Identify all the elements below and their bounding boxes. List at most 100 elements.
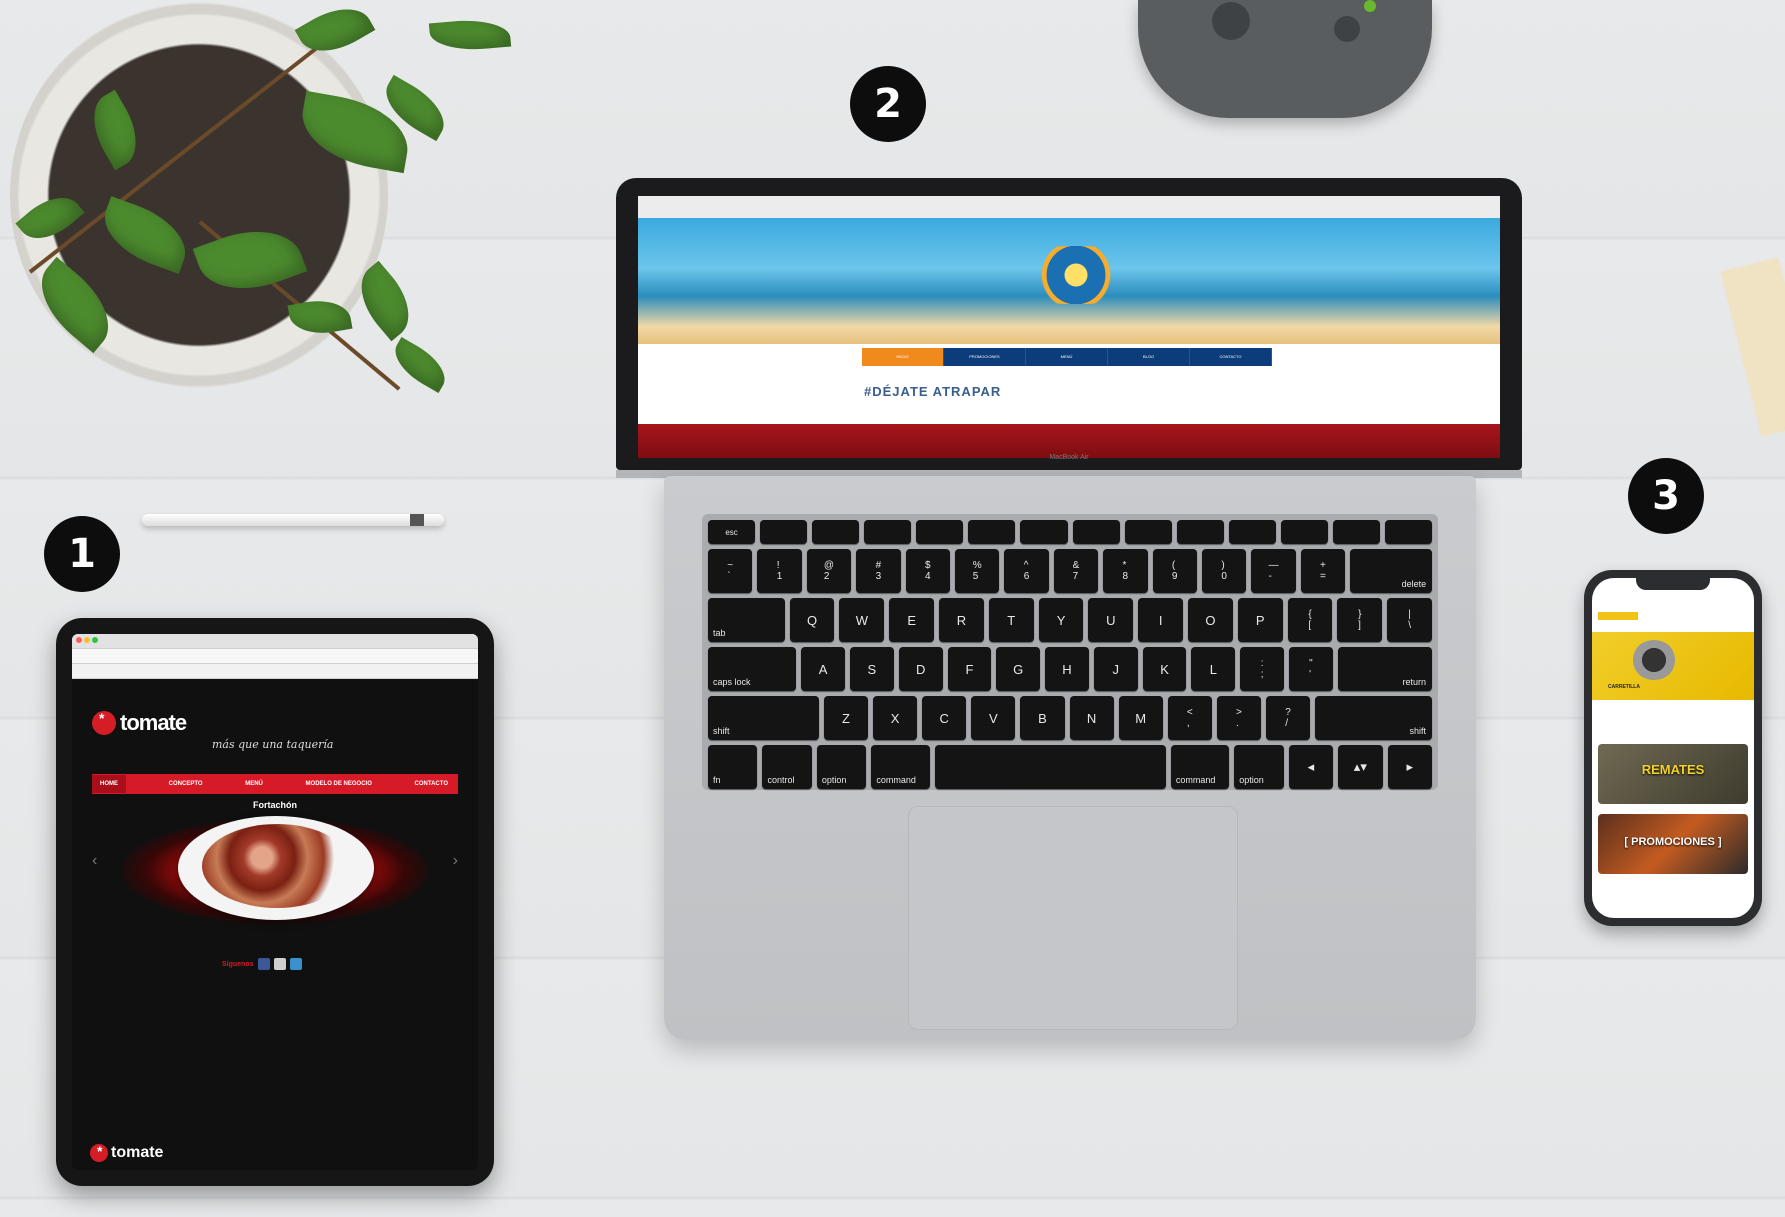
- tomate-footer-logo[interactable]: tomate: [90, 1143, 163, 1162]
- key-w[interactable]: W: [839, 598, 885, 642]
- key-capslock[interactable]: caps lock: [708, 647, 797, 691]
- carousel-next-icon[interactable]: ›: [453, 852, 458, 870]
- key-backslash[interactable]: | \: [1387, 598, 1433, 642]
- twitter-icon[interactable]: [289, 958, 302, 970]
- key-f10[interactable]: [1228, 520, 1276, 544]
- key-tab[interactable]: tab: [708, 598, 785, 642]
- key-i[interactable]: I: [1138, 598, 1184, 642]
- key-comma[interactable]: < ,: [1167, 696, 1212, 740]
- key-r[interactable]: R: [939, 598, 984, 642]
- game-controller: [1138, 0, 1432, 118]
- key-n[interactable]: N: [1069, 696, 1114, 740]
- key-p[interactable]: P: [1237, 598, 1283, 642]
- wing-surf-logo[interactable]: [1028, 246, 1124, 304]
- key-8[interactable]: * 8: [1103, 549, 1148, 593]
- key-k[interactable]: K: [1142, 647, 1187, 691]
- key-f9[interactable]: [1176, 520, 1224, 544]
- key-m[interactable]: M: [1118, 696, 1163, 740]
- key-minus[interactable]: — -: [1251, 549, 1296, 593]
- tablet-nav-concepto[interactable]: CONCEPTO: [169, 781, 203, 787]
- key-delete[interactable]: delete: [1350, 549, 1433, 593]
- key-fn[interactable]: fn: [708, 745, 758, 789]
- key-t[interactable]: T: [988, 598, 1034, 642]
- carousel-prev-icon[interactable]: ‹: [92, 852, 97, 870]
- facebook-icon[interactable]: [257, 958, 270, 970]
- key-4[interactable]: $ 4: [905, 549, 950, 593]
- key-lbracket[interactable]: { [: [1287, 598, 1333, 642]
- key-f[interactable]: F: [947, 647, 992, 691]
- key-f3[interactable]: [864, 520, 912, 544]
- key-return[interactable]: return: [1337, 647, 1432, 691]
- tablet-nav-home[interactable]: HOME: [92, 775, 126, 793]
- key-c[interactable]: C: [922, 696, 967, 740]
- tablet-nav-modelo[interactable]: MODELO DE NEGOCIO: [306, 781, 372, 787]
- key-u[interactable]: U: [1088, 598, 1134, 642]
- key-arrow-updown[interactable]: ▴▾: [1338, 745, 1383, 789]
- key-space[interactable]: [934, 745, 1166, 789]
- key-f12[interactable]: [1332, 520, 1381, 544]
- key-slash[interactable]: ? /: [1266, 696, 1311, 740]
- key-option-right[interactable]: option: [1234, 745, 1284, 789]
- key-0[interactable]: ) 0: [1201, 549, 1247, 593]
- key-1[interactable]: ! 1: [757, 549, 802, 593]
- key-tilde[interactable]: ~ `: [708, 549, 753, 593]
- phone-promociones-banner[interactable]: [ PROMOCIONES ]: [1598, 814, 1748, 874]
- key-h[interactable]: H: [1045, 647, 1089, 691]
- key-f6[interactable]: [1020, 520, 1068, 544]
- key-e[interactable]: E: [889, 598, 935, 642]
- key-f1[interactable]: [760, 520, 808, 544]
- key-l[interactable]: L: [1191, 647, 1236, 691]
- key-f8[interactable]: [1124, 520, 1172, 544]
- key-g[interactable]: G: [996, 647, 1041, 691]
- key-j[interactable]: J: [1093, 647, 1138, 691]
- key-equals[interactable]: + =: [1300, 549, 1346, 593]
- key-7[interactable]: & 7: [1053, 549, 1099, 593]
- key-d[interactable]: D: [898, 647, 943, 691]
- key-y[interactable]: Y: [1038, 598, 1084, 642]
- key-o[interactable]: O: [1188, 598, 1233, 642]
- tablet-nav-menu[interactable]: MENÚ: [245, 781, 263, 787]
- key-5[interactable]: % 5: [954, 549, 1000, 593]
- key-f4[interactable]: [916, 520, 964, 544]
- key-shift-left[interactable]: shift: [708, 696, 819, 740]
- laptop-nav-promociones[interactable]: PROMOCIONES: [944, 348, 1026, 366]
- key-command-right[interactable]: command: [1170, 745, 1230, 789]
- laptop-nav-blog[interactable]: BLOG: [1108, 348, 1190, 366]
- key-z[interactable]: Z: [823, 696, 869, 740]
- key-command-left[interactable]: command: [871, 745, 930, 789]
- key-power[interactable]: [1385, 520, 1433, 544]
- phone-remates-banner[interactable]: REMATES: [1598, 744, 1748, 804]
- key-2[interactable]: @ 2: [806, 549, 852, 593]
- tripadvisor-icon[interactable]: [273, 958, 286, 970]
- key-6[interactable]: ^ 6: [1004, 549, 1049, 593]
- key-f11[interactable]: [1280, 520, 1328, 544]
- key-arrow-right[interactable]: ▸: [1387, 745, 1433, 789]
- key-shift-right[interactable]: shift: [1315, 696, 1433, 740]
- key-s[interactable]: S: [849, 647, 894, 691]
- key-a[interactable]: A: [801, 647, 845, 691]
- key-b[interactable]: B: [1020, 696, 1065, 740]
- key-3[interactable]: # 3: [856, 549, 901, 593]
- key-f2[interactable]: [812, 520, 860, 544]
- key-esc[interactable]: esc: [708, 520, 756, 544]
- key-quote[interactable]: " ': [1289, 647, 1333, 691]
- phone-logo[interactable]: [1598, 612, 1638, 620]
- key-f5[interactable]: [968, 520, 1016, 544]
- key-arrow-left[interactable]: ◂: [1288, 745, 1334, 789]
- key-rbracket[interactable]: } ]: [1337, 598, 1383, 642]
- key-9[interactable]: ( 9: [1152, 549, 1197, 593]
- key-control[interactable]: control: [762, 745, 812, 789]
- laptop-nav-contacto[interactable]: CONTACTO: [1190, 348, 1272, 366]
- key-f7[interactable]: [1072, 520, 1120, 544]
- tomate-logo[interactable]: tomate: [92, 710, 187, 736]
- laptop-nav-inicio[interactable]: INICIO: [862, 348, 944, 366]
- key-option-left[interactable]: option: [816, 745, 867, 789]
- key-v[interactable]: V: [971, 696, 1016, 740]
- key-semicolon[interactable]: : ;: [1240, 647, 1284, 691]
- key-q[interactable]: Q: [789, 598, 835, 642]
- key-period[interactable]: > .: [1216, 696, 1262, 740]
- trackpad[interactable]: [908, 806, 1238, 1030]
- key-x[interactable]: X: [873, 696, 918, 740]
- tablet-nav-contacto[interactable]: CONTACTO: [415, 781, 448, 787]
- laptop-nav-menu[interactable]: MENÚ: [1026, 348, 1108, 366]
